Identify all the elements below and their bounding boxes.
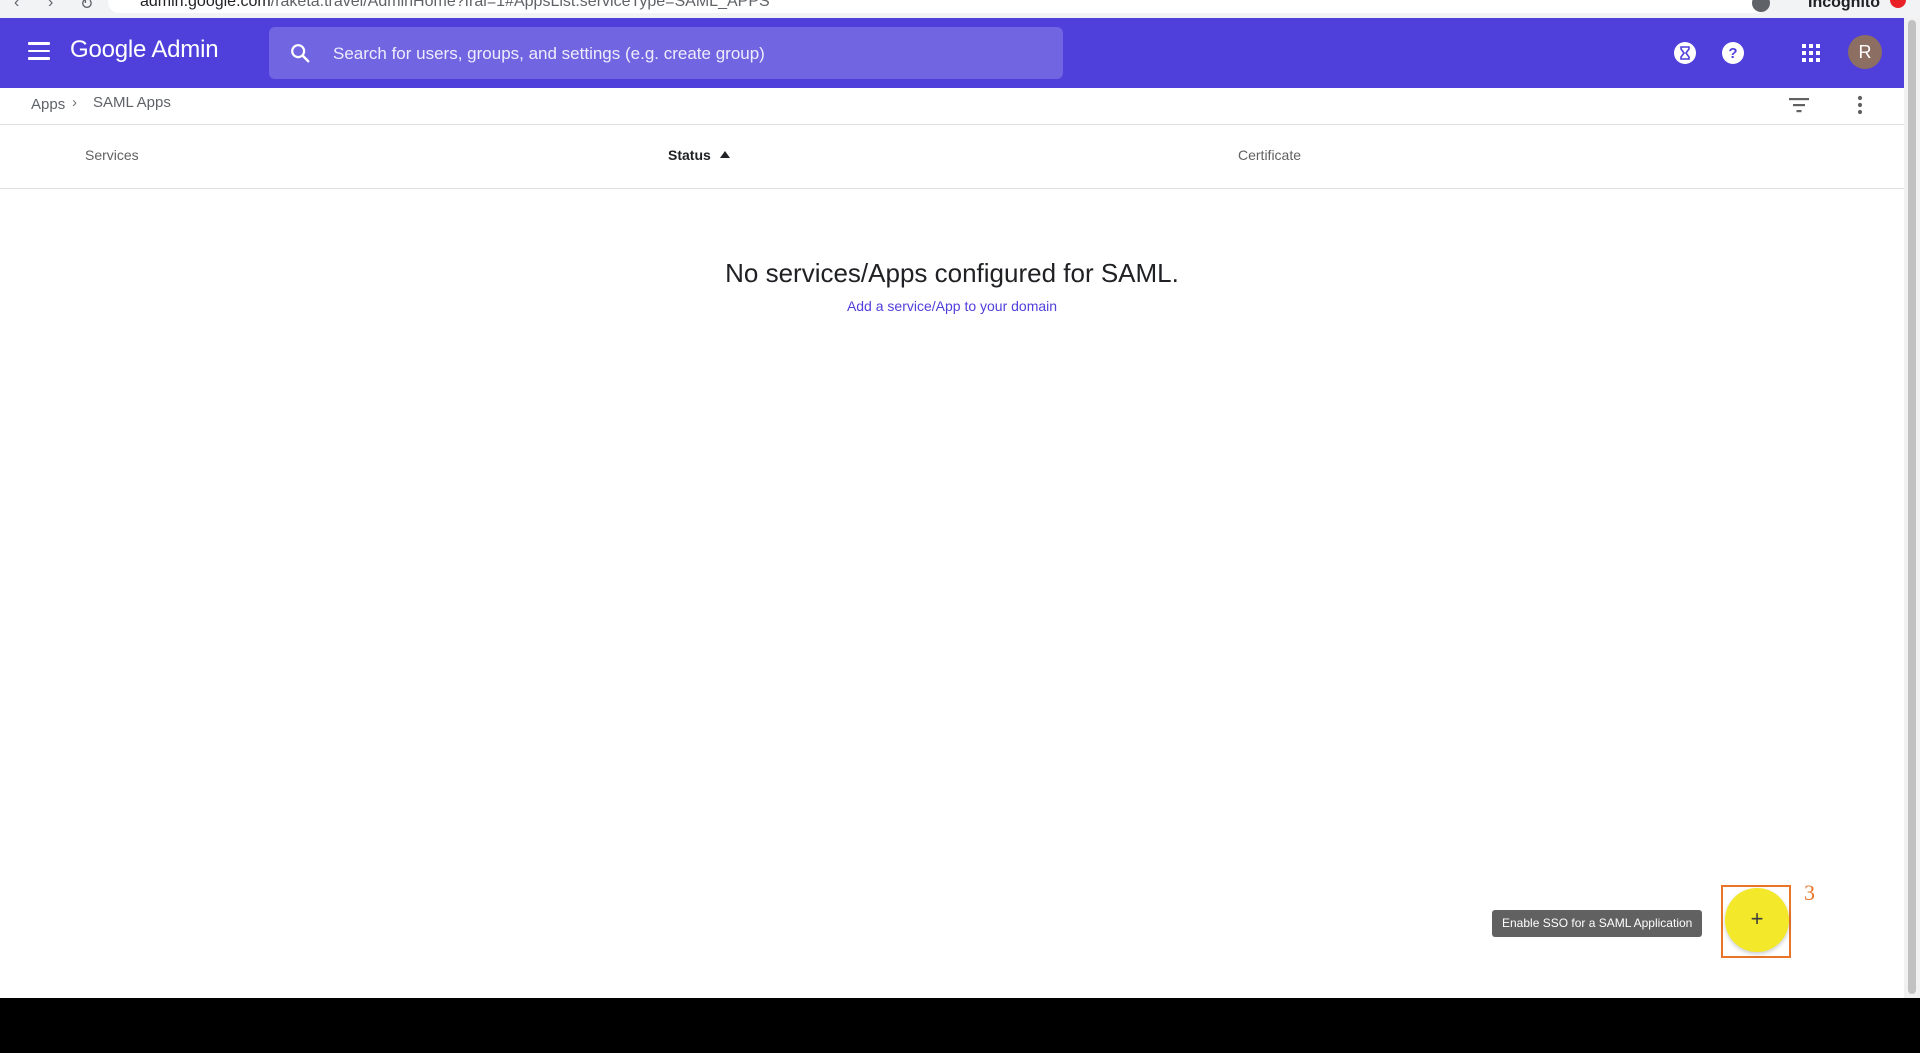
apps-grid-icon[interactable]	[1801, 43, 1821, 63]
add-service-link: Add a service/App to your domain	[0, 298, 1904, 314]
breadcrumb-separator-icon: ›	[72, 94, 77, 111]
help-icon[interactable]: ?	[1721, 41, 1745, 65]
hourglass-icon[interactable]	[1673, 41, 1697, 65]
column-certificate[interactable]: Certificate	[1238, 147, 1301, 163]
incognito-icon[interactable]	[1752, 0, 1770, 12]
search-input[interactable]	[331, 27, 1055, 81]
back-icon[interactable]: ‹	[14, 0, 19, 12]
column-services[interactable]: Services	[85, 147, 139, 163]
forward-icon[interactable]: ›	[48, 0, 53, 12]
annotation-number: 3	[1804, 880, 1815, 905]
filter-icon[interactable]	[1788, 96, 1810, 114]
app-header: Google Admin ? R	[0, 18, 1904, 88]
url-host: admin.google.com	[140, 0, 271, 10]
page-scrollbar[interactable]	[1904, 18, 1920, 998]
reload-icon[interactable]: ↻	[80, 0, 93, 14]
breadcrumb-current: SAML Apps	[93, 94, 171, 111]
add-service-link-text[interactable]: Add a service/App to your domain	[847, 298, 1057, 314]
breadcrumb: Apps › SAML Apps	[0, 88, 1904, 125]
table-header: Services Status Certificate	[0, 125, 1904, 189]
more-vert-icon[interactable]	[1854, 94, 1866, 116]
add-saml-app-button[interactable]: +	[1725, 888, 1789, 952]
account-avatar[interactable]: R	[1848, 35, 1882, 69]
sort-ascending-icon	[719, 151, 730, 158]
incognito-label: Incognito	[1808, 0, 1880, 11]
browser-alert-icon[interactable]	[1890, 0, 1906, 8]
scrollbar-thumb[interactable]	[1908, 20, 1916, 994]
screen-bottom-bar	[0, 998, 1920, 1053]
search-icon	[291, 44, 310, 63]
fab-tooltip: Enable SSO for a SAML Application	[1492, 910, 1703, 937]
plus-icon: +	[1750, 906, 1764, 931]
browser-toolbar: ‹ › ↻ admin.google.com/raketa.travel/Adm…	[0, 0, 1920, 18]
url-path: /raketa.travel/AdminHome?fral=1#AppsList…	[270, 0, 770, 10]
google-admin-logo[interactable]: Google Admin	[70, 36, 219, 64]
address-bar[interactable]: admin.google.com/raketa.travel/AdminHome…	[108, 0, 1768, 13]
svg-text:?: ?	[1728, 45, 1737, 62]
empty-state-title: No services/Apps configured for SAML.	[725, 258, 1179, 288]
column-status-label: Status	[668, 147, 711, 163]
menu-icon[interactable]	[28, 42, 50, 60]
breadcrumb-apps-link[interactable]: Apps	[31, 96, 65, 113]
column-status[interactable]: Status	[668, 147, 730, 163]
search-box[interactable]	[269, 27, 1063, 81]
